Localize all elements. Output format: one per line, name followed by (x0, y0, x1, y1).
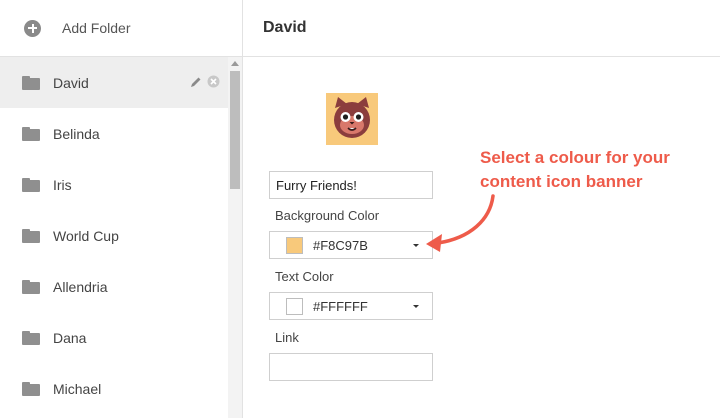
folder-item-dana[interactable]: Dana (0, 312, 228, 363)
add-folder-label: Add Folder (62, 20, 131, 36)
background-color-value: #F8C97B (313, 237, 368, 253)
folder-icon (22, 381, 40, 396)
folder-label: Belinda (53, 125, 100, 142)
text-color-label: Text Color (275, 269, 334, 284)
folder-icon (22, 228, 40, 243)
text-color-swatch (286, 297, 303, 315)
background-color-select[interactable]: #F8C97B (269, 231, 433, 259)
folder-icon (22, 126, 40, 141)
scroll-thumb[interactable] (230, 71, 240, 189)
annotation-callout: Select a colour for your content icon ba… (480, 146, 710, 194)
cat-face-icon[interactable] (326, 93, 378, 145)
sidebar-scrollbar[interactable] (228, 57, 242, 418)
text-color-value: #FFFFFF (313, 298, 368, 314)
folder-sidebar: Add Folder David Belinda Iris World Cup … (0, 0, 243, 418)
link-input[interactable] (269, 353, 433, 381)
annotation-line-2: content icon banner (480, 172, 643, 191)
folder-label: David (53, 74, 89, 91)
pencil-icon[interactable] (190, 76, 202, 88)
folder-label: World Cup (53, 227, 119, 244)
folder-icon (22, 177, 40, 192)
folder-label: Iris (53, 176, 72, 193)
folder-item-allendria[interactable]: Allendria (0, 261, 228, 312)
page-title: David (263, 19, 307, 36)
folder-item-iris[interactable]: Iris (0, 159, 228, 210)
folder-item-world-cup[interactable]: World Cup (0, 210, 228, 261)
folder-icon (22, 279, 40, 294)
chevron-down-icon (413, 244, 419, 247)
add-folder-button[interactable]: Add Folder (0, 0, 242, 57)
link-label: Link (275, 330, 299, 345)
folder-icon (22, 330, 40, 345)
content-header: David (243, 0, 720, 57)
folder-item-david[interactable]: David (0, 57, 228, 108)
banner-title-input[interactable] (269, 171, 433, 199)
scroll-up-arrow-icon[interactable] (231, 61, 239, 66)
annotation-arrow-icon (426, 194, 495, 252)
chevron-down-icon (413, 305, 419, 308)
folder-item-michael[interactable]: Michael (0, 363, 228, 414)
folder-item-belinda[interactable]: Belinda (0, 108, 228, 159)
folder-label: Allendria (53, 278, 108, 295)
plus-circle-icon (24, 19, 41, 37)
folder-label: Dana (53, 329, 87, 346)
background-color-swatch (286, 236, 303, 254)
annotation-line-1: Select a colour for your (480, 148, 670, 167)
remove-icon[interactable] (207, 75, 220, 88)
text-color-select[interactable]: #FFFFFF (269, 292, 433, 320)
folder-actions (190, 75, 220, 88)
folder-list: David Belinda Iris World Cup Allendria D… (0, 57, 228, 414)
folder-icon (22, 75, 40, 90)
background-color-label: Background Color (275, 208, 380, 223)
folder-label: Michael (53, 380, 102, 397)
